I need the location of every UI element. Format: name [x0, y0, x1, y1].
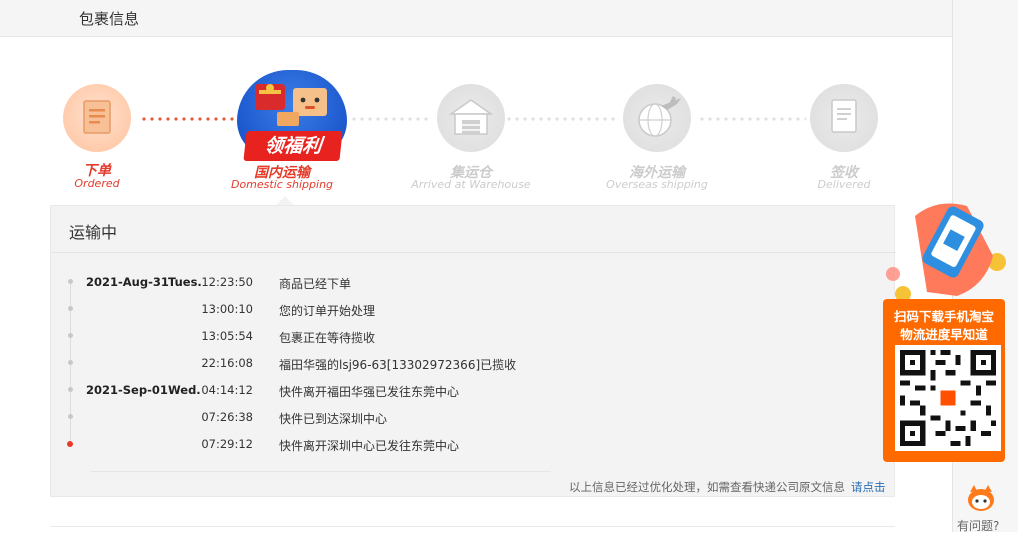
step-connector-4	[698, 117, 806, 121]
step-ordered-circle	[63, 84, 131, 152]
help-label[interactable]: 有问题?	[957, 517, 999, 534]
qr-code-icon[interactable]	[895, 345, 1001, 451]
document-icon	[831, 99, 857, 133]
timeline-dot-current	[67, 441, 73, 447]
promo-subline: 物流进度早知道	[900, 327, 988, 342]
footer-divider	[91, 471, 551, 472]
tracking-event: 07:26:38 快件已到达深圳中心	[51, 408, 896, 428]
tracking-event: 2021-Aug-31 Tues. 12:23:50 商品已经下单	[51, 273, 896, 293]
app-download-promo[interactable]: 扫码下载手机淘宝 物流进度早知道	[875, 196, 1010, 468]
help-mascot-icon[interactable]	[966, 484, 996, 512]
warehouse-icon	[448, 99, 494, 135]
step-delivered-label-en: Delivered	[817, 178, 871, 191]
tracking-event: 13:05:54 包裹正在等待揽收	[51, 327, 896, 347]
tracking-panel: 运输中 2021-Aug-31 Tues. 12:23:50 商品已经下单 13…	[50, 205, 896, 497]
event-date: 2021-Sep-01	[86, 383, 168, 397]
timeline-dot	[68, 360, 73, 365]
step-delivered-circle	[810, 84, 878, 152]
event-time: 07:29:12	[201, 437, 253, 451]
event-description: 福田华强的lsj96-63[13302972366]已揽收	[279, 358, 517, 372]
welfare-badge[interactable]: 领福利	[243, 131, 343, 161]
step-connector-3	[505, 117, 617, 121]
original-info-link[interactable]: 请点击	[851, 479, 886, 495]
tracking-event: 22:16:08 福田华强的lsj96-63[13302972366]已揽收	[51, 354, 896, 374]
step-connector-2	[350, 117, 432, 121]
event-description: 您的订单开始处理	[279, 304, 376, 318]
timeline-dot	[68, 333, 73, 338]
qr-promo-card[interactable]: 扫码下载手机淘宝 物流进度早知道	[883, 299, 1005, 462]
timeline-dot	[68, 279, 73, 284]
timeline-dot	[68, 414, 73, 419]
receipt-icon	[83, 100, 111, 134]
event-description: 快件离开深圳中心已发往东莞中心	[279, 439, 460, 453]
step-warehouse-circle	[437, 84, 505, 152]
next-section-edge	[50, 526, 895, 532]
event-date: 2021-Aug-31	[86, 275, 169, 289]
tracking-event: 2021-Sep-01 Wed. 04:14:12 快件离开福田华强已发往东莞中…	[51, 381, 896, 401]
event-description: 包裹正在等待揽收	[279, 331, 376, 345]
step-overseas-circle	[623, 84, 691, 152]
event-time: 07:26:38	[201, 410, 253, 424]
event-time: 12:23:50	[201, 275, 253, 289]
event-description: 商品已经下单	[279, 277, 352, 291]
timeline-dot	[68, 306, 73, 311]
event-time: 13:00:10	[201, 302, 253, 316]
step-ordered-label-en: Ordered	[74, 177, 120, 190]
phone-hand-icon	[886, 203, 1006, 302]
event-description: 快件已到达深圳中心	[279, 412, 388, 426]
step-warehouse-label-en: Arrived at Warehouse	[411, 178, 531, 191]
event-description: 快件离开福田华强已发往东莞中心	[279, 385, 460, 399]
timeline-dot	[68, 387, 73, 392]
panel-divider	[51, 252, 896, 253]
tracking-event-latest: 07:29:12 快件离开深圳中心已发往东莞中心	[51, 435, 896, 455]
optimization-note: 以上信息已经过优化处理，如需查看快递公司原文信息	[569, 480, 845, 494]
step-overseas-label-en: Overseas shipping	[606, 178, 708, 191]
section-header: 包裹信息	[0, 0, 952, 37]
step-connector-1	[140, 117, 238, 121]
main-content: 包裹信息 下单 Ordered 领福利 国内运输 Domestic shippi…	[0, 0, 952, 532]
tracking-status-title: 运输中	[69, 223, 118, 242]
promo-headline: 扫码下载手机淘宝	[893, 309, 994, 324]
section-title: 包裹信息	[79, 10, 140, 28]
tracking-event: 13:00:10 您的订单开始处理	[51, 300, 896, 320]
airplane-globe-icon	[638, 96, 681, 137]
event-time: 13:05:54	[201, 329, 253, 343]
step-domestic-label-en: Domestic shipping	[230, 178, 334, 191]
panel-pointer	[276, 196, 294, 205]
event-time: 22:16:08	[201, 356, 253, 370]
event-time: 04:14:12	[201, 383, 253, 397]
